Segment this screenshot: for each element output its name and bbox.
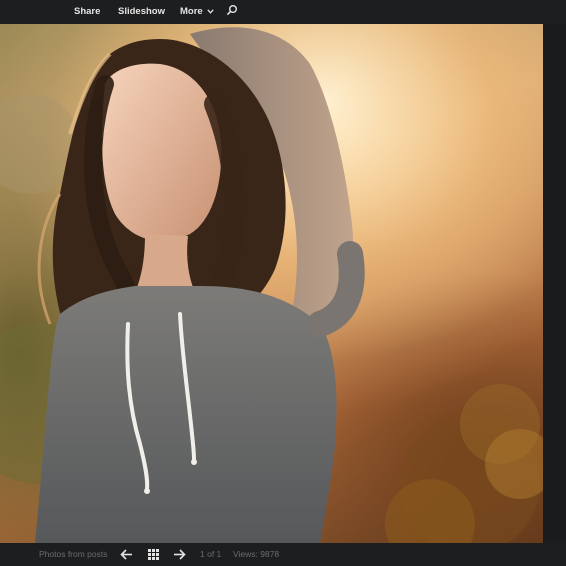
arrow-right-icon	[174, 549, 186, 560]
search-icon	[226, 5, 237, 16]
views-count: Views: 9878	[233, 549, 280, 559]
grid-icon	[148, 549, 159, 560]
previous-photo-button[interactable]	[120, 549, 133, 560]
chevron-down-icon	[207, 9, 215, 14]
bottom-toolbar: Photos from posts 1 of 1 Views: 9878	[0, 543, 566, 566]
right-rail	[543, 24, 566, 543]
portrait-photo	[0, 24, 543, 543]
search-button[interactable]	[226, 4, 238, 20]
photo-viewer[interactable]	[0, 24, 543, 543]
slideshow-button[interactable]: Slideshow	[118, 0, 165, 24]
arrow-left-icon	[120, 549, 132, 560]
share-button[interactable]: Share	[74, 0, 100, 24]
more-menu-button[interactable]: More	[180, 0, 215, 24]
grid-view-button[interactable]	[148, 549, 159, 560]
top-toolbar: Share Slideshow More	[0, 0, 566, 24]
more-menu-label: More	[180, 6, 203, 17]
photos-from-posts-link[interactable]: Photos from posts	[39, 543, 108, 566]
photo-position-counter: 1 of 1	[200, 549, 222, 559]
next-photo-button[interactable]	[173, 549, 186, 560]
